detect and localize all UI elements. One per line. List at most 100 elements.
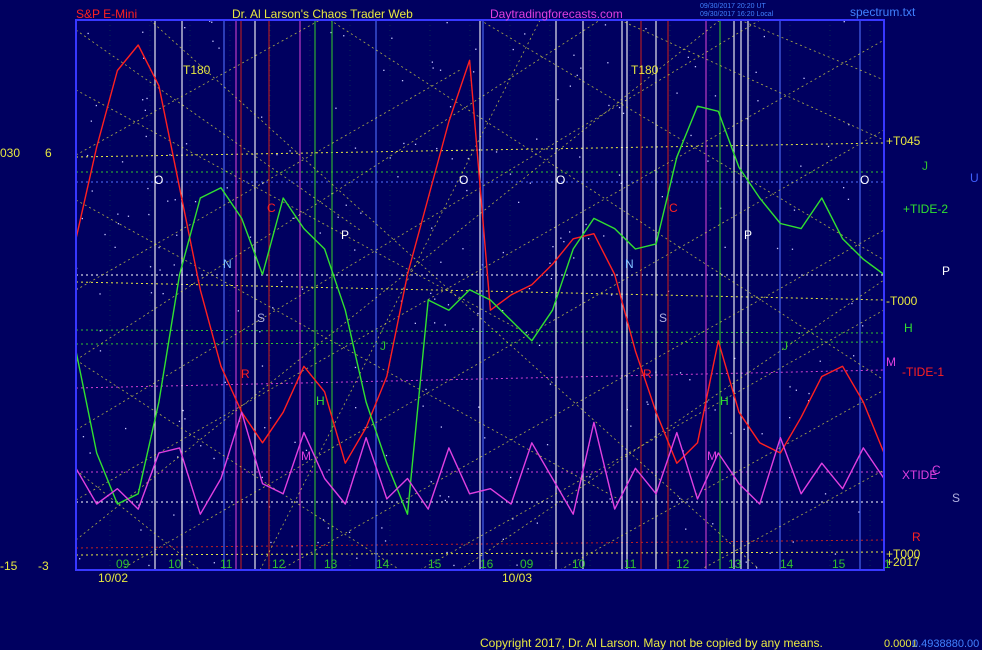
right-label-2017: +2017	[886, 555, 920, 569]
right-label-m: M	[886, 355, 896, 369]
star-dot	[430, 481, 432, 483]
star-dot	[466, 189, 468, 192]
star-dot	[763, 35, 765, 38]
star-dot	[712, 523, 714, 525]
star-dot	[528, 288, 531, 290]
star-dot	[343, 35, 345, 37]
star-dot	[676, 92, 678, 94]
star-dot	[808, 392, 810, 395]
star-dot	[146, 97, 148, 100]
star-dot	[381, 527, 383, 529]
star-dot	[446, 551, 448, 554]
star-dot	[213, 562, 215, 564]
hour-tick-label: 14	[376, 557, 390, 571]
file-label: spectrum.txt	[850, 5, 916, 19]
letter-o-1: O	[154, 173, 163, 187]
star-dot	[472, 328, 474, 330]
scale-outer-bottom: -15	[0, 559, 18, 573]
scale-inner-bottom: -3	[38, 559, 49, 573]
star-dot	[448, 496, 450, 498]
letter-p-1: P	[341, 228, 349, 242]
star-dot	[144, 109, 146, 111]
star-dot	[117, 223, 120, 225]
star-dot	[484, 437, 486, 439]
star-dot	[843, 187, 845, 189]
star-dot	[789, 386, 791, 388]
star-dot	[536, 522, 538, 524]
star-dot	[345, 204, 347, 206]
star-dot	[184, 27, 186, 29]
scale-outer-top: 030	[0, 146, 20, 160]
star-dot	[827, 145, 830, 148]
star-dot	[694, 66, 697, 68]
site-link[interactable]: Daytradingforecasts.com	[490, 7, 623, 21]
star-dot	[557, 98, 559, 101]
star-dot	[82, 436, 85, 438]
star-dot	[162, 293, 164, 295]
footer-code-2: 0.4938880.00	[912, 638, 979, 650]
star-dot	[573, 54, 575, 56]
star-dot	[552, 246, 554, 248]
star-dot	[509, 173, 512, 175]
star-dot	[580, 67, 582, 69]
star-dot	[847, 198, 850, 200]
letter-n-2: N	[625, 257, 634, 271]
star-dot	[276, 154, 278, 156]
star-dot	[147, 187, 149, 190]
star-dot	[150, 292, 153, 294]
star-dot	[645, 28, 647, 30]
star-dot	[434, 322, 436, 324]
letter-o-4: O	[860, 173, 869, 187]
star-dot	[354, 249, 356, 251]
star-dot	[756, 567, 758, 569]
letter-h-2: H	[720, 394, 729, 408]
star-dot	[757, 100, 759, 102]
hour-tick-label: 15	[832, 557, 846, 571]
star-dot	[173, 264, 175, 266]
star-dot	[714, 409, 716, 411]
star-dot	[862, 325, 864, 327]
chart-title: Dr. Al Larson's Chaos Trader Web	[232, 7, 413, 21]
star-dot	[724, 246, 726, 248]
hour-tick-label: 12	[676, 557, 690, 571]
star-dot	[609, 498, 611, 500]
star-dot	[414, 143, 417, 145]
star-dot	[401, 80, 404, 82]
star-dot	[335, 107, 337, 109]
star-dot	[182, 409, 184, 412]
timestamp-local: 09/30/2017 16:20 Local	[700, 11, 774, 18]
star-dot	[569, 231, 571, 233]
star-dot	[791, 248, 794, 250]
marker-t180-1: T180	[183, 63, 211, 77]
star-dot	[218, 47, 220, 49]
star-dot	[646, 401, 648, 403]
hour-tick-label: 14	[780, 557, 794, 571]
star-dot	[348, 531, 351, 533]
star-dot	[563, 241, 565, 243]
star-dot	[167, 200, 169, 202]
star-dot	[538, 344, 541, 346]
star-dot	[121, 161, 124, 163]
star-dot	[360, 212, 362, 214]
star-dot	[550, 278, 552, 280]
star-dot	[431, 61, 433, 63]
star-dot	[259, 331, 261, 333]
star-dot	[158, 246, 160, 249]
star-dot	[140, 529, 142, 531]
star-dot	[546, 444, 549, 446]
star-dot	[436, 147, 438, 150]
star-dot	[86, 154, 89, 157]
star-dot	[440, 426, 442, 428]
scale-inner-top: 6	[45, 146, 52, 160]
star-dot	[714, 95, 717, 97]
timestamp-ut: 09/30/2017 20:20 UT	[700, 3, 766, 10]
letter-m-1: M	[301, 449, 311, 463]
star-dot	[451, 158, 453, 160]
star-dot	[261, 476, 263, 479]
star-dot	[843, 21, 845, 23]
star-dot	[473, 71, 475, 73]
star-dot	[679, 372, 682, 374]
star-dot	[685, 528, 687, 530]
star-dot	[475, 48, 477, 50]
star-dot	[661, 196, 663, 198]
